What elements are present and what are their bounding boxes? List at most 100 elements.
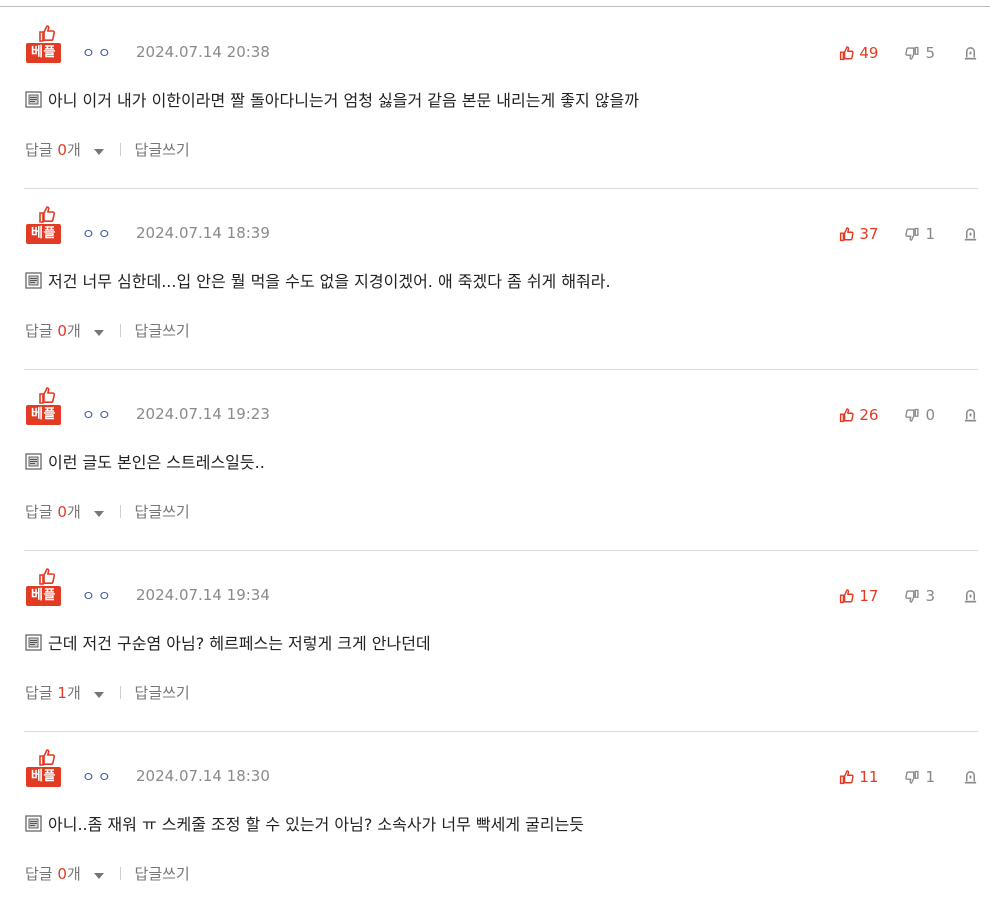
reply-count: 1 — [57, 684, 67, 702]
comment-date: 2024.07.14 20:38 — [136, 43, 270, 61]
like-count: 37 — [859, 225, 879, 243]
reply-unit: 개 — [66, 865, 81, 883]
best-comment-mark: 베플 — [26, 204, 66, 246]
vote-area: 37 1 — [839, 224, 978, 244]
reply-count: 0 — [57, 865, 67, 883]
dislike-count: 3 — [925, 587, 935, 605]
reply-toggle[interactable]: 답글 0개 — [25, 501, 104, 522]
thumbs-up-icon — [840, 589, 855, 604]
report-icon — [964, 46, 977, 59]
thumbs-up-icon — [840, 408, 855, 423]
vote-area: 26 0 — [839, 405, 978, 425]
comment-date: 2024.07.14 18:39 — [136, 224, 270, 242]
reply-unit: 개 — [66, 684, 81, 702]
nickname[interactable]: ㅇㅇ — [82, 224, 114, 244]
nickname[interactable]: ㅇㅇ — [82, 43, 114, 63]
reply-divider — [119, 505, 121, 518]
thumbs-up-icon — [39, 749, 56, 766]
reply-label: 답글 — [25, 865, 53, 883]
like-button[interactable]: 11 — [839, 768, 878, 786]
dislike-button[interactable]: 5 — [904, 44, 935, 62]
reply-row: 답글 0개 답글쓰기 — [25, 139, 190, 160]
comment-text: 아니..좀 재워 ㅠ 스케줄 조정 할 수 있는거 아님? 소속사가 너무 빡세… — [48, 815, 585, 834]
like-button[interactable]: 37 — [839, 225, 878, 243]
best-comment-mark: 베플 — [26, 566, 66, 608]
like-button[interactable]: 49 — [839, 44, 878, 62]
write-reply-link[interactable]: 답글쓰기 — [135, 139, 190, 160]
report-button[interactable] — [963, 589, 978, 604]
dislike-button[interactable]: 3 — [904, 587, 935, 605]
like-count: 49 — [859, 44, 879, 62]
reply-label: 답글 — [25, 503, 53, 521]
comment-body: 근데 저건 구순염 아님? 헤르페스는 저렇게 크게 안나던데 — [25, 630, 431, 654]
thumbs-up-icon — [840, 46, 855, 61]
report-icon — [964, 589, 977, 602]
comment-list: 베플 ㅇㅇ 2024.07.14 20:38 49 5 아니 이거 내가 이한이… — [0, 7, 1000, 912]
reply-count: 0 — [57, 503, 67, 521]
comment-text: 근데 저건 구순염 아님? 헤르페스는 저렇게 크게 안나던데 — [48, 634, 431, 653]
memo-icon — [25, 814, 42, 832]
best-comment-mark: 베플 — [26, 23, 66, 65]
dislike-count: 1 — [925, 225, 935, 243]
reply-divider — [119, 324, 121, 337]
comment-body: 아니 이거 내가 이한이라면 짤 돌아다니는거 엄청 싫을거 같음 본문 내리는… — [25, 87, 639, 111]
best-badge: 베플 — [26, 586, 61, 606]
report-icon — [964, 770, 977, 783]
thumbs-down-icon — [905, 589, 920, 603]
report-button[interactable] — [963, 227, 978, 242]
comment-item: 베플 ㅇㅇ 2024.07.14 20:38 49 5 아니 이거 내가 이한이… — [0, 7, 1000, 188]
comment-text: 아니 이거 내가 이한이라면 짤 돌아다니는거 엄청 싫을거 같음 본문 내리는… — [48, 91, 639, 110]
write-reply-link[interactable]: 답글쓰기 — [135, 863, 190, 884]
vote-area: 49 5 — [839, 43, 978, 63]
vote-area: 17 3 — [839, 586, 978, 606]
write-reply-link[interactable]: 답글쓰기 — [135, 682, 190, 703]
report-button[interactable] — [963, 408, 978, 423]
write-reply-link[interactable]: 답글쓰기 — [135, 320, 190, 341]
nickname[interactable]: ㅇㅇ — [82, 586, 114, 606]
like-count: 26 — [859, 406, 879, 424]
memo-icon — [25, 452, 42, 470]
like-button[interactable]: 26 — [839, 406, 878, 424]
memo-icon — [25, 633, 42, 651]
reply-label: 답글 — [25, 141, 53, 159]
memo-icon — [25, 90, 42, 108]
reply-count: 0 — [57, 322, 67, 340]
like-count: 17 — [859, 587, 879, 605]
report-icon — [964, 408, 977, 421]
vote-area: 11 1 — [839, 767, 978, 787]
best-comment-mark: 베플 — [26, 747, 66, 789]
comment-item: 베플 ㅇㅇ 2024.07.14 18:39 37 1 저건 너무 심한데...… — [0, 188, 1000, 369]
dislike-button[interactable]: 1 — [904, 225, 935, 243]
best-badge: 베플 — [26, 43, 61, 63]
thumbs-up-icon — [840, 770, 855, 785]
reply-count: 0 — [57, 141, 67, 159]
like-count: 11 — [859, 768, 879, 786]
comment-body: 저건 너무 심한데...입 안은 뭘 먹을 수도 없을 지경이겠어. 애 죽겠다… — [25, 268, 611, 292]
write-reply-link[interactable]: 답글쓰기 — [135, 501, 190, 522]
reply-toggle[interactable]: 답글 0개 — [25, 320, 104, 341]
reply-toggle[interactable]: 답글 0개 — [25, 863, 104, 884]
nickname[interactable]: ㅇㅇ — [82, 767, 114, 787]
caret-down-icon — [93, 873, 104, 879]
thumbs-up-icon — [39, 387, 56, 404]
report-button[interactable] — [963, 46, 978, 61]
best-badge: 베플 — [26, 224, 61, 244]
reply-toggle[interactable]: 답글 0개 — [25, 139, 104, 160]
report-button[interactable] — [963, 770, 978, 785]
like-button[interactable]: 17 — [839, 587, 878, 605]
caret-down-icon — [93, 149, 104, 155]
dislike-button[interactable]: 1 — [904, 768, 935, 786]
reply-toggle[interactable]: 답글 1개 — [25, 682, 104, 703]
reply-row: 답글 0개 답글쓰기 — [25, 320, 190, 341]
dislike-button[interactable]: 0 — [904, 406, 935, 424]
thumbs-up-icon — [840, 227, 855, 242]
thumbs-up-icon — [39, 25, 56, 42]
reply-label: 답글 — [25, 322, 53, 340]
best-badge: 베플 — [26, 405, 61, 425]
thumbs-down-icon — [905, 46, 920, 60]
nickname[interactable]: ㅇㅇ — [82, 405, 114, 425]
dislike-count: 0 — [925, 406, 935, 424]
comment-body: 아니..좀 재워 ㅠ 스케줄 조정 할 수 있는거 아님? 소속사가 너무 빡세… — [25, 811, 584, 835]
best-comment-mark: 베플 — [26, 385, 66, 427]
comment-date: 2024.07.14 19:23 — [136, 405, 270, 423]
